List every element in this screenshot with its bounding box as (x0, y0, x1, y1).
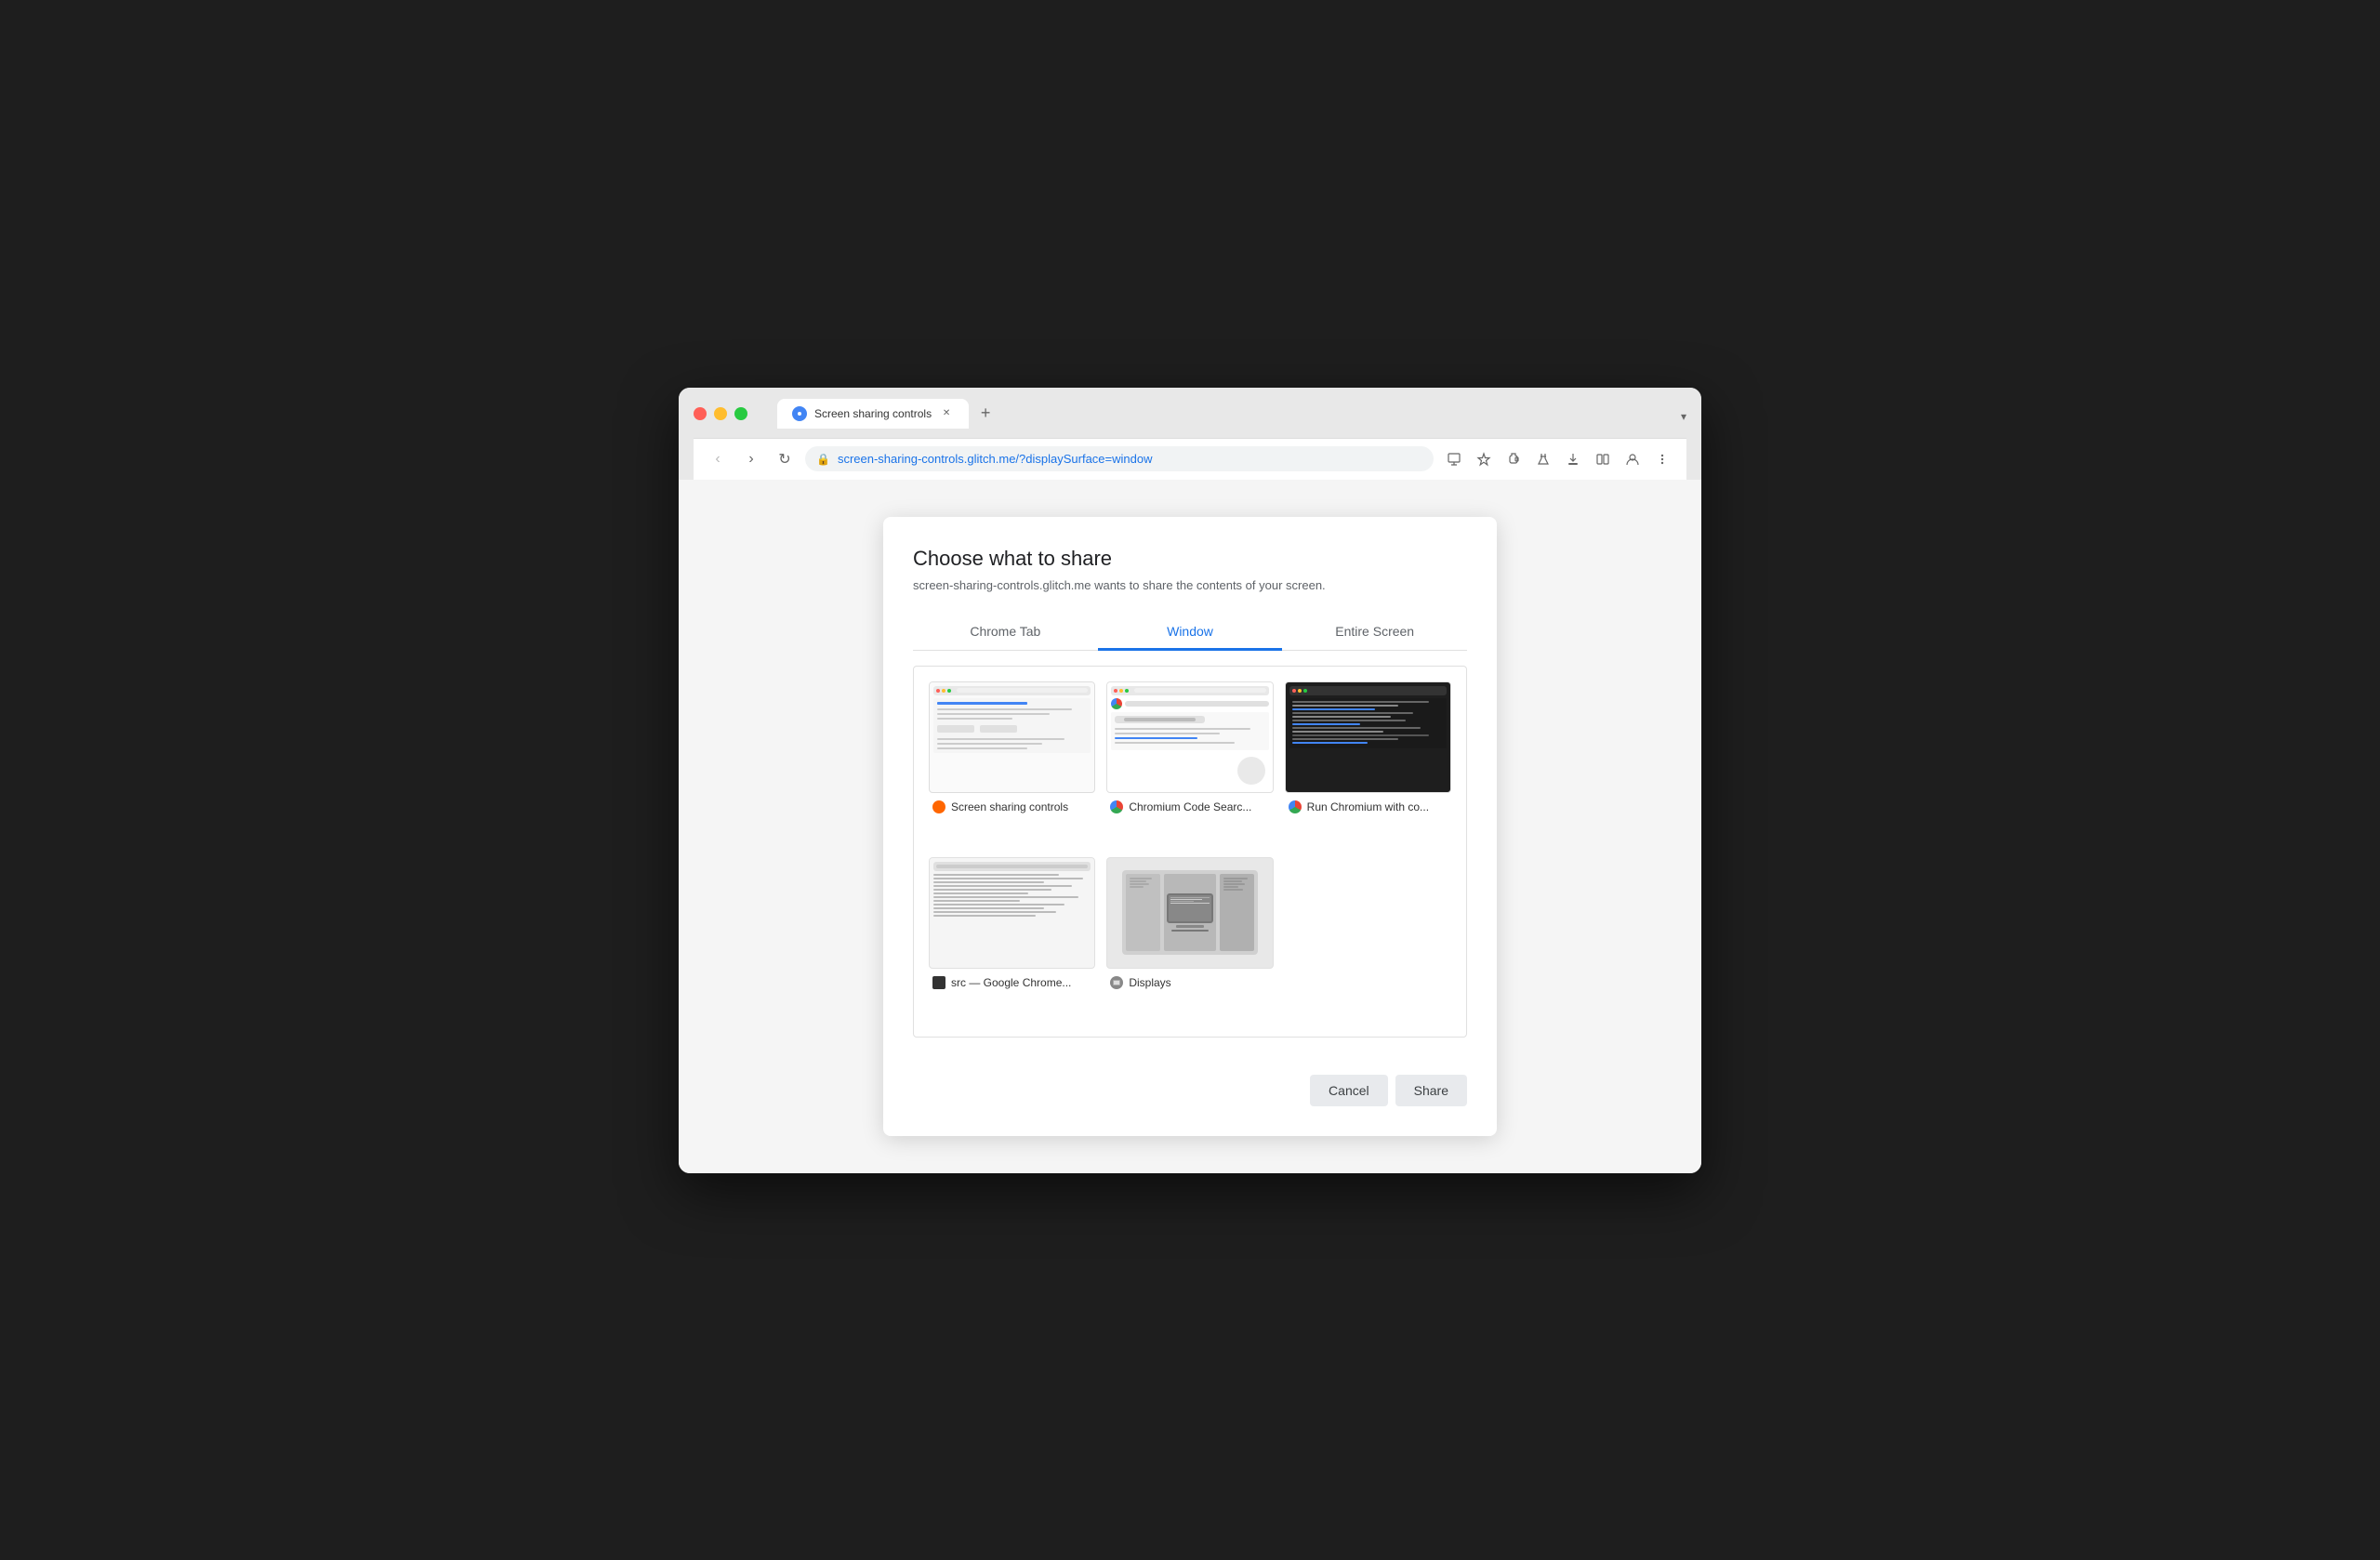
window-controls (694, 407, 747, 420)
tab-close-button[interactable]: ✕ (939, 406, 954, 421)
tab-favicon (792, 406, 807, 421)
window-label-5: Displays (1106, 976, 1273, 993)
lock-icon: 🔒 (816, 453, 830, 466)
star-icon[interactable] (1471, 446, 1497, 472)
title-bar: Screen sharing controls ✕ + ▾ ‹ › ↻ 🔒 sc… (679, 388, 1701, 480)
window-item-3[interactable]: Run Chromium with co... (1285, 681, 1451, 846)
window-item-4[interactable]: src — Google Chrome... (929, 857, 1095, 1022)
window-thumbnail-3 (1285, 681, 1451, 793)
window-item-2[interactable]: Chromium Code Searc... (1106, 681, 1273, 846)
dialog-title: Choose what to share (913, 547, 1467, 571)
address-field[interactable]: 🔒 screen-sharing-controls.glitch.me/?dis… (805, 446, 1434, 471)
window-thumbnail-2 (1106, 681, 1273, 793)
windows-grid: Screen sharing controls (913, 666, 1467, 1038)
tab-chrome-tab[interactable]: Chrome Tab (913, 615, 1098, 651)
minimize-button[interactable] (714, 407, 727, 420)
share-tabs: Chrome Tab Window Entire Screen (913, 615, 1467, 651)
window-thumbnail-5 (1106, 857, 1273, 969)
maximize-button[interactable] (734, 407, 747, 420)
window-thumbnail-4 (929, 857, 1095, 969)
window-name-4: src — Google Chrome... (951, 976, 1071, 989)
window-label-3: Run Chromium with co... (1285, 800, 1451, 817)
cancel-button[interactable]: Cancel (1310, 1075, 1388, 1106)
download-icon[interactable] (1560, 446, 1586, 472)
share-dialog: Choose what to share screen-sharing-cont… (883, 517, 1497, 1136)
window-favicon-2 (1110, 800, 1123, 813)
window-label-1: Screen sharing controls (929, 800, 1095, 817)
share-icon[interactable] (1441, 446, 1467, 472)
window-favicon-5 (1110, 976, 1123, 989)
address-text: screen-sharing-controls.glitch.me/?displ… (838, 452, 1422, 466)
window-name-2: Chromium Code Searc... (1129, 800, 1251, 813)
new-tab-button[interactable]: + (972, 401, 998, 427)
page-content: Choose what to share screen-sharing-cont… (679, 480, 1701, 1173)
browser-window: Screen sharing controls ✕ + ▾ ‹ › ↻ 🔒 sc… (679, 388, 1701, 1173)
window-name-5: Displays (1129, 976, 1170, 989)
close-button[interactable] (694, 407, 707, 420)
address-bar: ‹ › ↻ 🔒 screen-sharing-controls.glitch.m… (694, 438, 1686, 480)
window-name-3: Run Chromium with co... (1307, 800, 1429, 813)
share-button[interactable]: Share (1395, 1075, 1467, 1106)
window-label-4: src — Google Chrome... (929, 976, 1095, 993)
active-tab[interactable]: Screen sharing controls ✕ (777, 399, 969, 429)
split-icon[interactable] (1590, 446, 1616, 472)
back-button[interactable]: ‹ (705, 446, 731, 472)
toolbar-right (1441, 446, 1675, 472)
forward-button[interactable]: › (738, 446, 764, 472)
menu-icon[interactable] (1649, 446, 1675, 472)
tab-overflow-button[interactable]: ▾ (1681, 410, 1686, 429)
dialog-footer: Cancel Share (913, 1060, 1467, 1106)
window-item-5[interactable]: Displays (1106, 857, 1273, 1022)
dialog-subtitle: screen-sharing-controls.glitch.me wants … (913, 578, 1467, 592)
window-thumbnail-1 (929, 681, 1095, 793)
reload-button[interactable]: ↻ (772, 446, 798, 472)
window-favicon-3 (1289, 800, 1302, 813)
extension-icon[interactable] (1501, 446, 1527, 472)
window-favicon-4 (932, 976, 945, 989)
tab-entire-screen[interactable]: Entire Screen (1282, 615, 1467, 651)
lab-icon[interactable] (1530, 446, 1556, 472)
window-favicon-1 (932, 800, 945, 813)
window-name-1: Screen sharing controls (951, 800, 1068, 813)
window-item-1[interactable]: Screen sharing controls (929, 681, 1095, 846)
window-label-2: Chromium Code Searc... (1106, 800, 1273, 817)
tab-window[interactable]: Window (1098, 615, 1283, 651)
profile-icon[interactable] (1620, 446, 1646, 472)
tab-bar: Screen sharing controls ✕ + ▾ (777, 399, 1686, 429)
tab-title: Screen sharing controls (814, 407, 932, 420)
